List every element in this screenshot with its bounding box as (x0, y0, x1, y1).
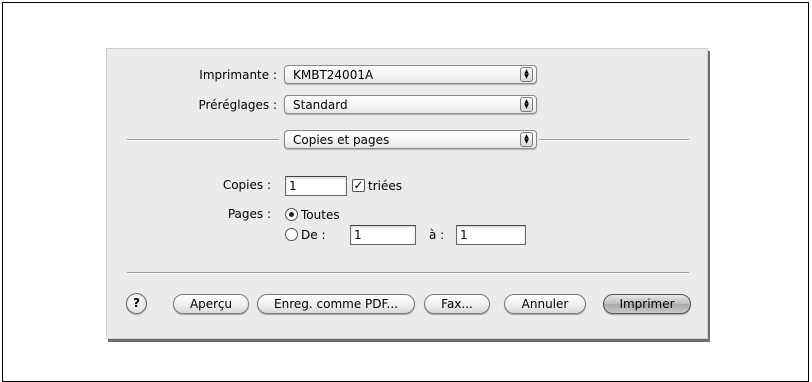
collate-label: triées (368, 179, 402, 193)
cancel-button[interactable]: Annuler (504, 294, 586, 314)
print-dialog: Imprimante : KMBT24001A ▲ ▼ Préréglages :… (106, 48, 708, 339)
pages-all-label: Toutes (301, 208, 340, 222)
print-button[interactable]: Imprimer (603, 294, 691, 314)
save-pdf-button[interactable]: Enreg. comme PDF... (257, 294, 415, 314)
pane-popup[interactable]: Copies et pages ▲ ▼ (284, 130, 537, 149)
pages-all-radio[interactable] (285, 208, 298, 221)
fax-button[interactable]: Fax... (424, 294, 490, 314)
up-down-arrows-icon: ▲ ▼ (520, 97, 533, 112)
pane-value: Copies et pages (293, 133, 390, 147)
collate-checkbox[interactable]: ✓ (352, 179, 365, 192)
printer-label: Imprimante : (199, 68, 277, 82)
question-mark-icon: ? (133, 296, 140, 310)
pages-from-field[interactable]: 1 (350, 225, 416, 245)
presets-value: Standard (293, 98, 348, 112)
up-down-arrows-icon: ▲ ▼ (520, 132, 533, 147)
pages-to-field[interactable]: 1 (456, 225, 526, 245)
copies-label: Copies : (222, 178, 271, 192)
copies-field[interactable]: 1 (285, 176, 347, 196)
pages-to-label: à : (429, 228, 445, 242)
separator-bottom (127, 272, 689, 274)
printer-popup[interactable]: KMBT24001A ▲ ▼ (284, 65, 537, 84)
presets-label: Préréglages : (198, 98, 277, 112)
pages-from-radio[interactable] (285, 228, 298, 241)
preview-button[interactable]: Aperçu (173, 294, 249, 314)
printer-value: KMBT24001A (293, 68, 374, 82)
separator-left (127, 139, 279, 141)
pages-from-label: De : (301, 228, 326, 242)
presets-popup[interactable]: Standard ▲ ▼ (284, 95, 537, 114)
separator-right (539, 139, 689, 141)
pages-label: Pages : (227, 207, 271, 221)
help-button[interactable]: ? (126, 293, 147, 314)
up-down-arrows-icon: ▲ ▼ (520, 67, 533, 82)
checkmark-icon: ✓ (353, 178, 364, 192)
